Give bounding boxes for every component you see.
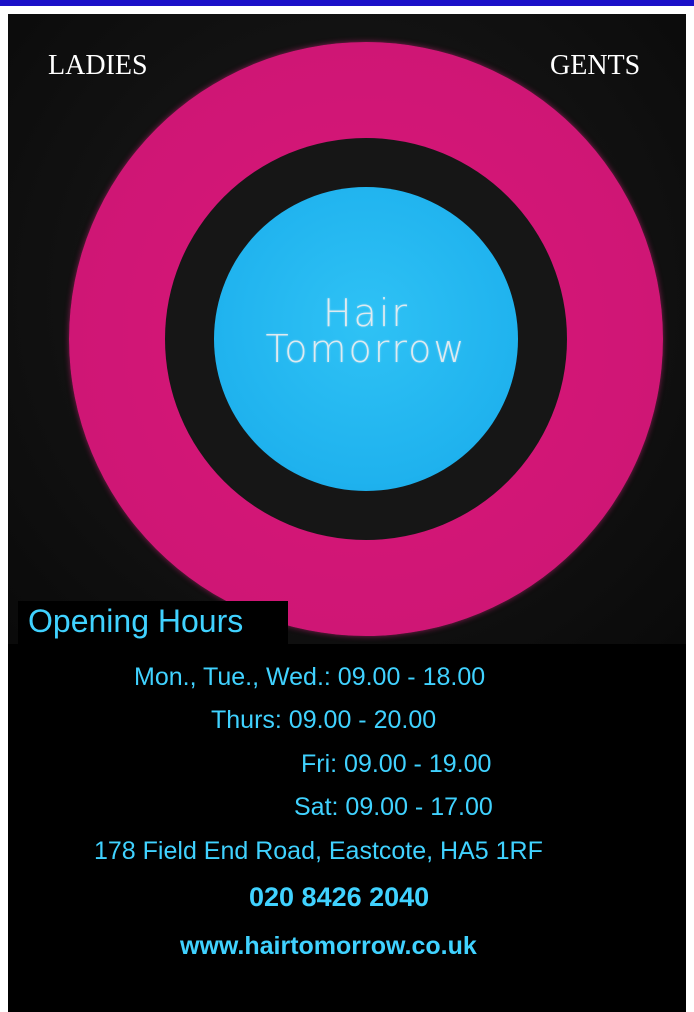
ring-inner-dark: Hair Tomorrow (165, 138, 567, 540)
ladies-label: LADIES (48, 50, 148, 81)
opening-hours-heading: Opening Hours (28, 603, 244, 639)
salon-logo: Hair Tomorrow (214, 187, 518, 491)
address: 178 Field End Road, Eastcote, HA5 1RF (94, 837, 543, 865)
hours-line-sat: Sat: 09.00 - 17.00 (294, 793, 493, 821)
pink-ring: Hair Tomorrow (69, 42, 663, 636)
logo-word-tomorrow: Tomorrow (265, 327, 467, 371)
gents-label: GENTS (550, 50, 641, 81)
hours-line-fri: Fri: 09.00 - 19.00 (301, 750, 492, 778)
hours-line-thurs: Thurs: 09.00 - 20.00 (211, 706, 437, 734)
website-link[interactable]: www.hairtomorrow.co.uk (180, 931, 477, 961)
hours-line-mon-wed: Mon., Tue., Wed.: 09.00 - 18.00 (134, 663, 486, 691)
salon-poster: Hair Tomorrow LADIES GENTS Opening Hours… (8, 14, 686, 1012)
logo-photo: Hair Tomorrow LADIES GENTS (8, 14, 686, 644)
phone-number[interactable]: 020 8426 2040 (249, 881, 429, 913)
top-accent-bar (0, 0, 694, 6)
blue-disc: Hair Tomorrow (214, 187, 518, 491)
